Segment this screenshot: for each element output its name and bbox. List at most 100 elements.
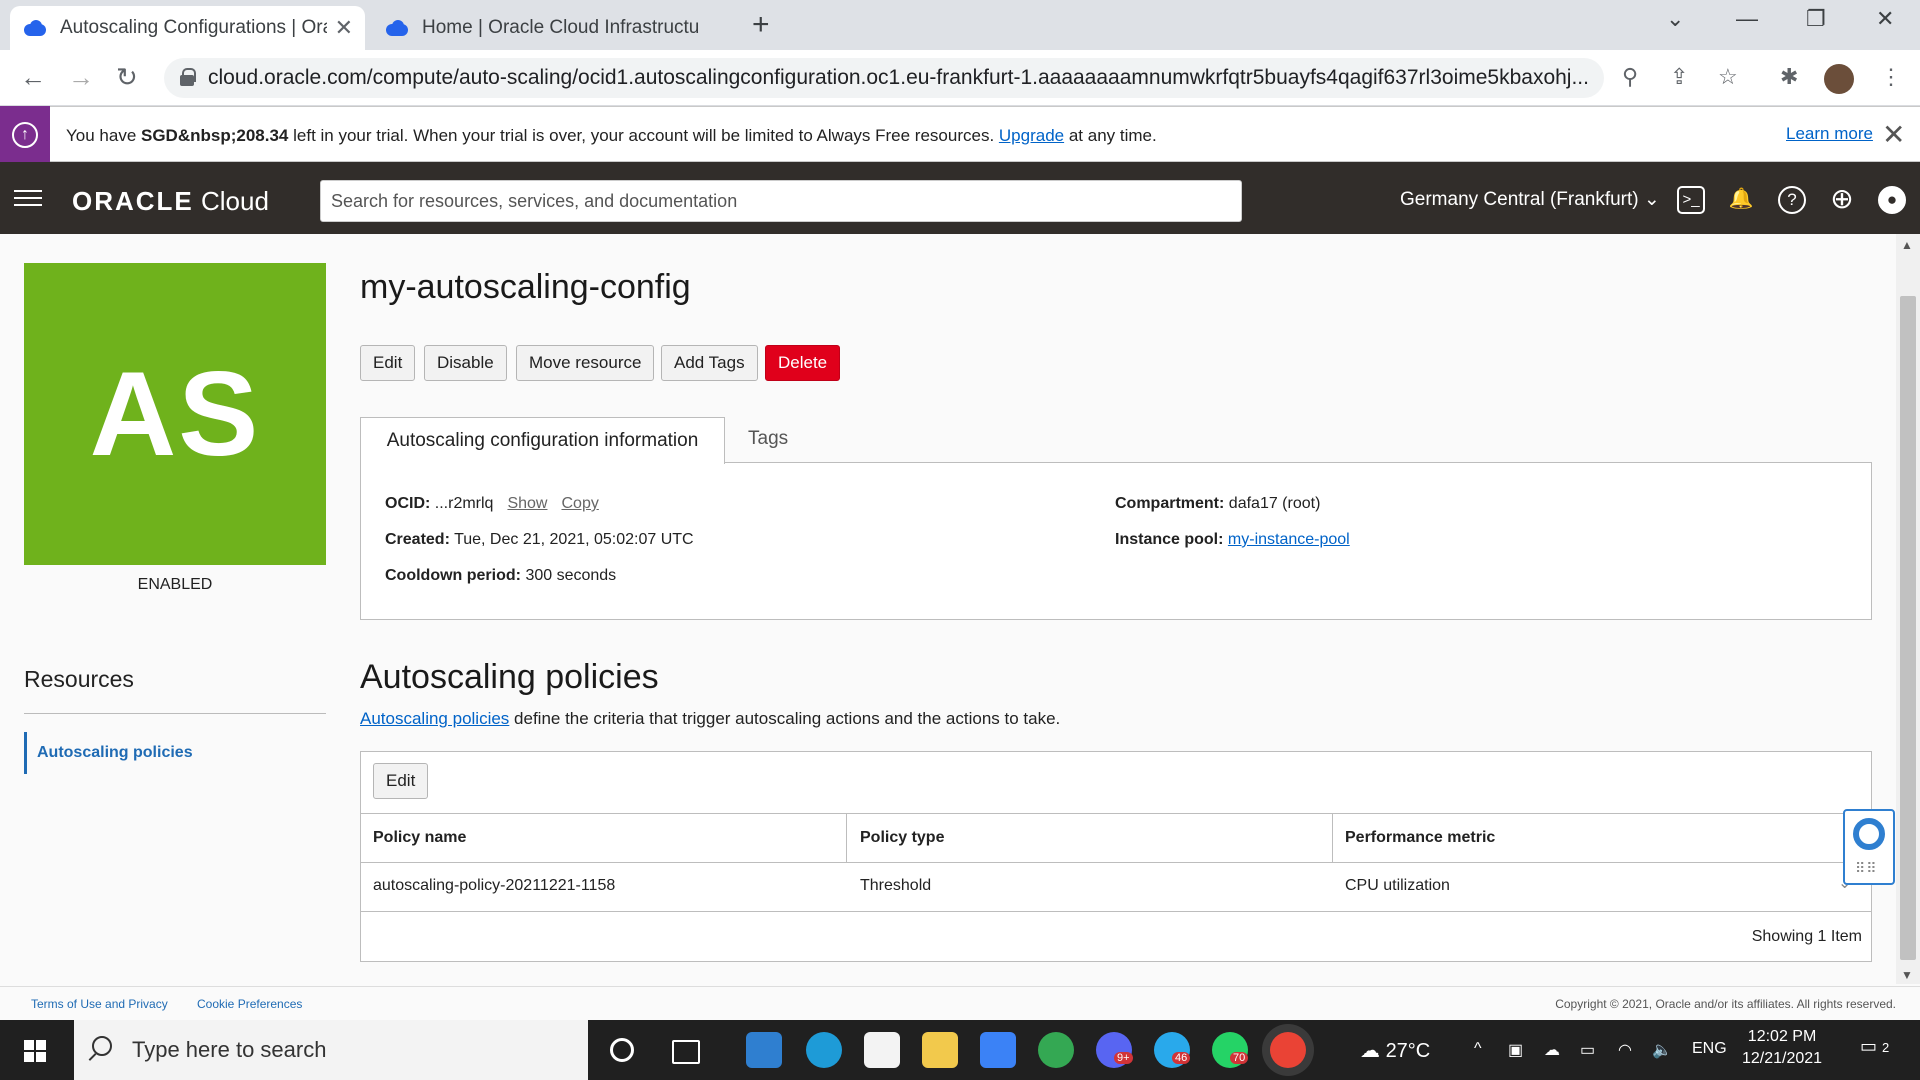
volume-icon[interactable]: 🔈 bbox=[1652, 1040, 1672, 1060]
cortana-icon[interactable] bbox=[610, 1038, 634, 1062]
chrome-active-icon[interactable] bbox=[1270, 1032, 1306, 1068]
bookmark-star-icon[interactable]: ☆ bbox=[1718, 64, 1738, 90]
table-header-bottom-border bbox=[360, 862, 1872, 863]
weather-widget[interactable]: ☁ 27°C bbox=[1360, 1038, 1430, 1063]
instance-pool-link[interactable]: my-instance-pool bbox=[1228, 531, 1350, 548]
instance-pool-field: Instance pool: my-instance-pool bbox=[1115, 531, 1350, 549]
tab-close-icon[interactable]: ✕ bbox=[335, 15, 353, 41]
lock-icon[interactable] bbox=[180, 68, 196, 86]
taskbar-search-box[interactable]: Type here to search bbox=[74, 1020, 588, 1080]
meet-now-icon[interactable]: ▣ bbox=[1508, 1040, 1523, 1060]
browser-tab-active[interactable]: Autoscaling Configurations | Ora ✕ bbox=[10, 6, 365, 50]
copy-ocid-link[interactable]: Copy bbox=[561, 495, 598, 512]
scroll-down-icon[interactable]: ▼ bbox=[1901, 968, 1913, 982]
browser-menu-icon[interactable]: ⋮ bbox=[1880, 64, 1902, 90]
tab-tags[interactable]: Tags bbox=[748, 428, 788, 450]
cooldown-value: 300 seconds bbox=[525, 567, 617, 584]
cell-policy-type: Threshold bbox=[860, 877, 932, 894]
upgrade-link[interactable]: Upgrade bbox=[999, 126, 1064, 145]
hamburger-menu-icon[interactable] bbox=[14, 190, 42, 206]
column-header-performance-metric[interactable]: Performance metric bbox=[1345, 829, 1495, 847]
task-view-icon[interactable] bbox=[672, 1040, 700, 1064]
notification-count: 2 bbox=[1882, 1040, 1890, 1055]
mail-app-icon[interactable] bbox=[746, 1032, 782, 1068]
column-separator bbox=[1332, 813, 1333, 862]
profile-icon[interactable]: ● bbox=[1878, 186, 1906, 214]
region-label: Germany Central (Frankfurt) bbox=[1400, 189, 1639, 210]
policies-doc-link[interactable]: Autoscaling policies bbox=[360, 709, 509, 728]
tab-search-icon[interactable]: ⌄ bbox=[1666, 6, 1684, 32]
browser-tab[interactable]: Home | Oracle Cloud Infrastructu bbox=[372, 6, 732, 50]
column-header-policy-type[interactable]: Policy type bbox=[860, 829, 944, 847]
edit-button[interactable]: Edit bbox=[360, 345, 416, 381]
column-header-policy-name[interactable]: Policy name bbox=[373, 829, 466, 847]
cooldown-label: Cooldown period: bbox=[385, 567, 521, 584]
cell-performance-metric: CPU utilization bbox=[1345, 877, 1450, 894]
wifi-icon[interactable]: ◠ bbox=[1618, 1040, 1632, 1060]
file-explorer-icon[interactable] bbox=[922, 1032, 958, 1068]
forward-icon[interactable]: → bbox=[68, 62, 94, 93]
edit-policies-button[interactable]: Edit bbox=[373, 763, 429, 799]
url-bar[interactable]: cloud.oracle.com/compute/auto-scaling/oc… bbox=[164, 58, 1604, 98]
close-window-icon[interactable]: ✕ bbox=[1876, 6, 1894, 32]
instance-pool-label: Instance pool: bbox=[1115, 531, 1224, 548]
notification-center-icon[interactable]: ▭ 2 bbox=[1860, 1036, 1889, 1057]
policies-table bbox=[360, 751, 1872, 962]
scroll-up-icon[interactable]: ▲ bbox=[1901, 238, 1913, 252]
scrollbar-thumb[interactable] bbox=[1900, 296, 1916, 960]
microsoft-store-icon[interactable] bbox=[864, 1032, 900, 1068]
windows-start-icon[interactable] bbox=[24, 1040, 46, 1062]
language-indicator[interactable]: ENG bbox=[1692, 1040, 1727, 1058]
tray-chevron-icon[interactable]: ^ bbox=[1474, 1040, 1482, 1058]
compartment-value: dafa17 (root) bbox=[1228, 495, 1321, 512]
tab-configuration-info[interactable]: Autoscaling configuration information bbox=[360, 417, 725, 464]
language-globe-icon[interactable]: ⊕ bbox=[1828, 185, 1856, 214]
chrome-profile-icon[interactable] bbox=[1038, 1032, 1074, 1068]
todo-app-icon[interactable] bbox=[980, 1032, 1016, 1068]
region-selector[interactable]: Germany Central (Frankfurt) ⌄ bbox=[1400, 188, 1660, 211]
move-resource-button[interactable]: Move resource bbox=[516, 345, 655, 381]
tab-title: Autoscaling Configurations | Ora bbox=[60, 17, 327, 38]
minimize-icon[interactable]: — bbox=[1736, 6, 1758, 32]
upgrade-arrow-icon: ↑ bbox=[12, 122, 38, 148]
oracle-cloud-logo[interactable]: ORACLE Cloud bbox=[72, 186, 269, 217]
telegram-badge: 46 bbox=[1172, 1052, 1191, 1064]
trial-message: You have SGD&nbsp;208.34 left in your tr… bbox=[66, 126, 1157, 146]
battery-icon[interactable]: ▭ bbox=[1580, 1040, 1595, 1060]
close-banner-icon[interactable]: ✕ bbox=[1882, 118, 1905, 151]
onedrive-icon[interactable]: ☁ bbox=[1544, 1040, 1560, 1060]
reload-icon[interactable]: ↻ bbox=[116, 62, 138, 93]
trial-text-start: You have bbox=[66, 126, 141, 145]
back-icon[interactable]: ← bbox=[20, 62, 46, 93]
cloud-shell-icon[interactable]: >_ bbox=[1677, 186, 1705, 214]
notifications-bell-icon[interactable]: 🔔 bbox=[1727, 186, 1755, 214]
tab-title: Home | Oracle Cloud Infrastructu bbox=[422, 17, 700, 38]
cookie-preferences-link[interactable]: Cookie Preferences bbox=[197, 997, 302, 1011]
new-tab-button[interactable]: + bbox=[752, 8, 770, 42]
clock-date: 12/21/2021 bbox=[1742, 1050, 1823, 1067]
help-icon[interactable]: ? bbox=[1778, 186, 1806, 214]
show-ocid-link[interactable]: Show bbox=[507, 495, 547, 512]
clock-time: 12:02 PM bbox=[1747, 1028, 1817, 1045]
zoom-icon[interactable]: ⚲ bbox=[1622, 64, 1638, 90]
delete-button[interactable]: Delete bbox=[765, 345, 841, 381]
learn-more-link[interactable]: Learn more bbox=[1786, 124, 1873, 144]
disable-button[interactable]: Disable bbox=[424, 345, 507, 381]
lifebuoy-icon[interactable] bbox=[1853, 818, 1885, 850]
ocid-label: OCID: bbox=[385, 495, 431, 512]
extensions-icon[interactable]: ✱ bbox=[1780, 64, 1798, 90]
policies-heading: Autoscaling policies bbox=[360, 658, 659, 696]
restore-icon[interactable]: ❐ bbox=[1806, 6, 1826, 32]
ocid-field: OCID: ...r2mrlq Show Copy bbox=[385, 495, 599, 513]
drag-handle-icon[interactable]: ⠿⠿ bbox=[1855, 860, 1878, 877]
resources-item-autoscaling-policies[interactable]: Autoscaling policies bbox=[24, 732, 193, 774]
system-clock[interactable]: 12:02 PM 12/21/2021 bbox=[1742, 1026, 1822, 1070]
edge-browser-icon[interactable] bbox=[806, 1032, 842, 1068]
share-icon[interactable]: ⇪ bbox=[1670, 64, 1688, 90]
add-tags-button[interactable]: Add Tags bbox=[661, 345, 758, 381]
compartment-field: Compartment: dafa17 (root) bbox=[1115, 495, 1320, 513]
console-search-input[interactable] bbox=[320, 180, 1242, 222]
terms-link[interactable]: Terms of Use and Privacy bbox=[31, 997, 168, 1011]
profile-avatar[interactable] bbox=[1824, 64, 1854, 94]
resource-avatar: AS bbox=[24, 263, 326, 565]
